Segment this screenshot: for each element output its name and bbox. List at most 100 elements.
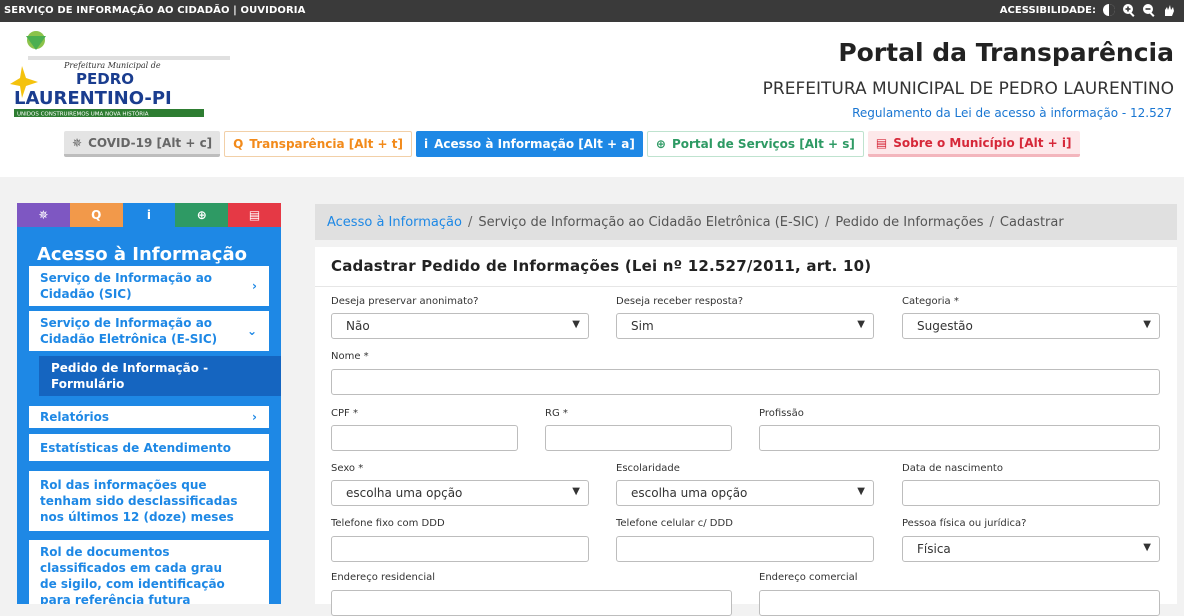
menu-portal-servicos[interactable]: ⊕ Portal de Serviços [Alt + s]	[646, 131, 864, 157]
menu-covid[interactable]: ✵ COVID-19 [Alt + c]	[64, 131, 221, 157]
anonimato-label: Deseja preservar anonimato?	[331, 296, 479, 307]
anonimato-select[interactable]: Não ▼	[331, 313, 589, 339]
sexo-select[interactable]: escolha uma opção ▼	[331, 480, 589, 506]
contrast-icon[interactable]	[1102, 3, 1116, 17]
menu-portal-label: Portal de Serviços [Alt + s]	[671, 137, 855, 151]
accessibility-controls: ACESSIBILIDADE:	[1000, 3, 1176, 17]
profissao-label: Profissão	[759, 408, 804, 419]
card-icon: ▤	[248, 208, 261, 222]
telefone-fixo-label: Telefone fixo com DDD	[331, 518, 445, 529]
law-regulation-link[interactable]: Regulamento da Lei de acesso à informaçã…	[852, 106, 1172, 120]
endereco-comercial-input[interactable]	[759, 590, 1160, 616]
cpf-input[interactable]	[331, 425, 518, 451]
endereco-residencial-label: Endereço residencial	[331, 572, 436, 583]
card-icon: ▤	[875, 135, 888, 150]
form-title: Cadastrar Pedido de Informações (Lei nº …	[331, 257, 872, 275]
sidebar-subitem-pedido[interactable]: Pedido de Informação - Formulário	[39, 356, 281, 396]
breadcrumb-item: Pedido de Informações	[835, 214, 984, 230]
sidebar-item-rol-classificados[interactable]: Rol de documentos classificados em cada …	[29, 540, 269, 604]
endereco-residencial-input[interactable]	[331, 590, 732, 616]
breadcrumb-item: Serviço de Informação ao Cidadão Eletrôn…	[478, 214, 819, 230]
menu-sobre-municipio[interactable]: ▤ Sobre o Município [Alt + i]	[867, 131, 1080, 157]
logo-line3: LAURENTINO-PI	[14, 88, 172, 109]
menu-transparencia[interactable]: Q Transparência [Alt + t]	[224, 131, 412, 157]
sidebar-tab-transparencia[interactable]: Q	[69, 203, 123, 227]
zoom-out-icon[interactable]	[1142, 3, 1156, 17]
globe-icon: ⊕	[655, 137, 666, 151]
chevron-right-icon: ›	[252, 279, 257, 293]
sidebar-item-label: Serviço de Informação ao Cidadão (SIC)	[40, 271, 213, 301]
sidebar-item-estatisticas[interactable]: Estatísticas de Atendimento	[29, 434, 269, 461]
anonimato-value: Não	[346, 319, 370, 333]
sidebar-item-label: Estatísticas de Atendimento	[40, 440, 232, 455]
sexo-value: escolha uma opção	[346, 486, 463, 500]
site-header: Prefeitura Municipal de PEDRO LAURENTINO…	[0, 22, 1184, 177]
rg-input[interactable]	[545, 425, 732, 451]
menu-sobre-label: Sobre o Município [Alt + i]	[893, 135, 1072, 150]
nascimento-label: Data de nascimento	[902, 463, 1003, 474]
sexo-label: Sexo *	[331, 463, 364, 474]
escolaridade-value: escolha uma opção	[631, 486, 748, 500]
chevron-right-icon: ›	[252, 410, 257, 424]
pessoa-select[interactable]: Física ▼	[902, 536, 1160, 562]
telefone-celular-input[interactable]	[616, 536, 874, 562]
sign-language-icon[interactable]	[1162, 3, 1176, 17]
telefone-celular-label: Telefone celular c/ DDD	[616, 518, 733, 529]
breadcrumb-link-acesso[interactable]: Acesso à Informação	[327, 215, 462, 230]
breadcrumb-separator: /	[989, 214, 994, 230]
sidebar-tab-acesso[interactable]: i	[122, 203, 176, 227]
portal-subtitle: PREFEITURA MUNICIPAL DE PEDRO LAURENTINO	[762, 79, 1174, 99]
profissao-input[interactable]	[759, 425, 1160, 451]
chevron-down-icon: ⌄	[246, 324, 257, 338]
sidebar-subitem-label: Pedido de Informação - Formulário	[51, 361, 209, 391]
menu-acesso-informacao[interactable]: i Acesso à Informação [Alt + a]	[415, 131, 643, 157]
nascimento-input[interactable]	[902, 480, 1160, 506]
sidebar-item-esic[interactable]: Serviço de Informação ao Cidadão Eletrôn…	[29, 311, 269, 351]
rg-label: RG *	[545, 408, 568, 419]
sidebar-item-relatorios[interactable]: Relatórios ›	[29, 406, 269, 428]
accessibility-label: ACESSIBILIDADE:	[999, 4, 1096, 16]
menu-transparencia-label: Transparência [Alt + t]	[249, 137, 403, 151]
breadcrumb: Acesso à Informação / Serviço de Informa…	[315, 204, 1177, 240]
search-icon: Q	[91, 208, 102, 222]
top-bar-links[interactable]: SERVIÇO DE INFORMAÇÃO AO CIDADÃO | OUVID…	[4, 5, 305, 16]
sidebar-item-rol-desclassificadas[interactable]: Rol das informações que tenham sido desc…	[29, 471, 269, 531]
cpf-label: CPF *	[331, 408, 358, 419]
top-bar: SERVIÇO DE INFORMAÇÃO AO CIDADÃO | OUVID…	[0, 0, 1184, 22]
breadcrumb-item: Cadastrar	[999, 214, 1064, 230]
sidebar-tabs: ✵ Q i ⊕ ▤	[17, 203, 281, 227]
logo-tagline: UNIDOS CONSTRUIREMOS UMA NOVA HISTÓRIA	[17, 111, 149, 118]
escolaridade-select[interactable]: escolha uma opção ▼	[616, 480, 874, 506]
telefone-fixo-input[interactable]	[331, 536, 589, 562]
escolaridade-label: Escolaridade	[616, 463, 680, 474]
menu-acesso-label: Acesso à Informação [Alt + a]	[434, 137, 635, 151]
nome-input[interactable]	[331, 369, 1160, 395]
endereco-comercial-label: Endereço comercial	[759, 572, 858, 583]
form-card: Cadastrar Pedido de Informações (Lei nº …	[315, 247, 1177, 616]
chevron-down-icon: ▼	[857, 319, 865, 330]
sidebar-title: Acesso à Informação	[37, 244, 247, 265]
divider	[315, 286, 1177, 287]
chevron-down-icon: ▼	[857, 486, 865, 497]
sidebar-tab-covid[interactable]: ✵	[17, 203, 70, 227]
sidebar-tab-sobre[interactable]: ▤	[228, 203, 281, 227]
chevron-down-icon: ▼	[1143, 319, 1151, 330]
sidebar-item-sic[interactable]: Serviço de Informação ao Cidadão (SIC) ›	[29, 266, 269, 306]
sidebar-item-label: Relatórios	[40, 410, 109, 424]
menu-covid-label: COVID-19 [Alt + c]	[88, 135, 213, 150]
categoria-select[interactable]: Sugestão ▼	[902, 313, 1160, 339]
logo-line1: Prefeitura Municipal de	[63, 61, 161, 70]
info-icon: i	[423, 137, 429, 151]
sidebar-item-label: Serviço de Informação ao Cidadão Eletrôn…	[40, 316, 218, 346]
municipality-logo[interactable]: Prefeitura Municipal de PEDRO LAURENTINO…	[8, 26, 230, 118]
sidebar-tab-portal[interactable]: ⊕	[175, 203, 229, 227]
breadcrumb-separator: /	[467, 214, 473, 230]
virus-icon: ✵	[72, 135, 83, 150]
portal-title: Portal da Transparência	[838, 38, 1174, 67]
main-menu: ✵ COVID-19 [Alt + c] Q Transparência [Al…	[64, 131, 1080, 157]
zoom-in-icon[interactable]	[1122, 3, 1136, 17]
resposta-select[interactable]: Sim ▼	[616, 313, 874, 339]
resposta-label: Deseja receber resposta?	[616, 296, 744, 307]
sidebar-item-label: Rol das informações que tenham sido desc…	[40, 478, 238, 524]
nome-label: Nome *	[331, 351, 369, 362]
